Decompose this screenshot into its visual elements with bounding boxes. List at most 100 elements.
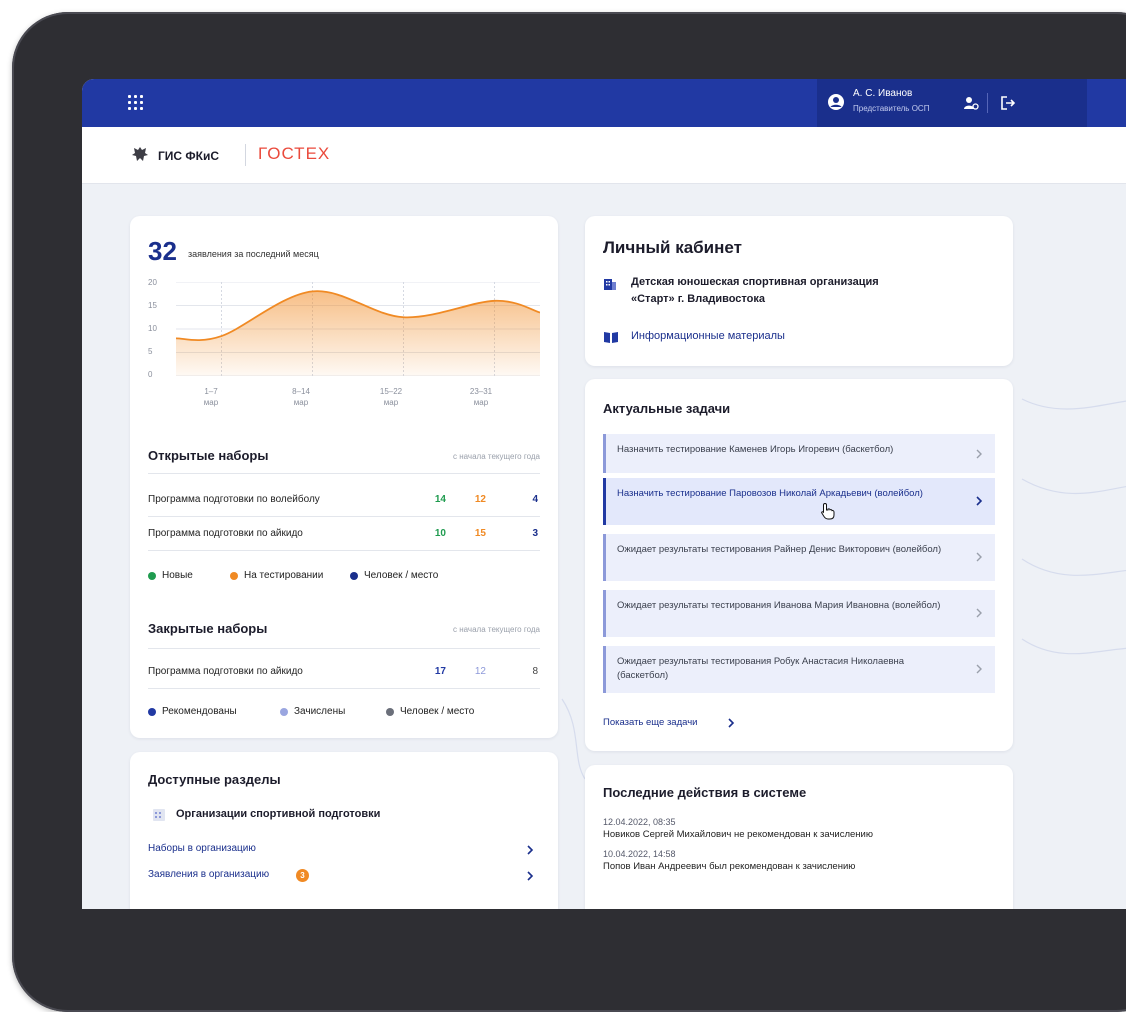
open-row-testing: 12 bbox=[474, 494, 486, 505]
organization-building-icon bbox=[153, 809, 165, 821]
user-role: Представитель ОСП bbox=[853, 104, 930, 113]
organization-icon bbox=[604, 279, 616, 290]
x-tick-range: 23–31 bbox=[469, 387, 493, 396]
legend-testing-label: На тестировании bbox=[244, 570, 324, 581]
hand-cursor-icon bbox=[821, 502, 835, 520]
tablet-frame: А. С. Иванов Представитель ОСП ГИС ФКиС bbox=[12, 12, 1126, 1012]
closed-recruitments-hint: с начала текущего года bbox=[453, 625, 540, 634]
task-item[interactable]: Назначить тестирование Каменев Игорь Иго… bbox=[603, 434, 995, 473]
open-recruitments-hint: с начала текущего года bbox=[453, 452, 540, 461]
applications-count: 32 bbox=[148, 236, 177, 266]
divider bbox=[148, 516, 540, 517]
chart-area-fill bbox=[176, 291, 540, 376]
x-tick-label: 23–31 мар bbox=[456, 386, 506, 408]
open-row-testing: 15 bbox=[474, 528, 486, 539]
divider bbox=[148, 473, 540, 474]
header-divider bbox=[245, 144, 246, 166]
state-emblem-icon bbox=[132, 147, 148, 161]
top-bar: А. С. Иванов Представитель ОСП bbox=[82, 79, 1126, 127]
legend-new-dot bbox=[148, 572, 156, 580]
task-text: Ожидает результаты тестирования Райнер Д… bbox=[617, 544, 942, 555]
x-tick-range: 8–14 bbox=[292, 387, 310, 396]
activity-date: 10.04.2022, 14:58 bbox=[603, 849, 676, 859]
x-tick-label: 8–14 мар bbox=[276, 386, 326, 408]
show-more-tasks-link[interactable]: Показать еще задачи bbox=[603, 717, 697, 728]
switch-role-icon[interactable] bbox=[963, 95, 979, 111]
task-text: Назначить тестирование Паровозов Николай… bbox=[617, 488, 923, 499]
applications-area-chart bbox=[176, 282, 540, 376]
y-tick-label: 0 bbox=[148, 370, 153, 379]
chevron-right-icon bbox=[976, 608, 982, 618]
available-sections-card: Доступные разделы Организации спортивной… bbox=[130, 752, 558, 909]
x-tick-label: 15–22 мар bbox=[366, 386, 416, 408]
x-tick-label: 1–7 мар bbox=[186, 386, 236, 408]
chevron-right-icon[interactable] bbox=[526, 844, 534, 856]
user-avatar-icon bbox=[828, 94, 844, 110]
legend-recommended-label: Рекомендованы bbox=[162, 706, 237, 717]
user-menu[interactable]: А. С. Иванов Представитель ОСП bbox=[817, 79, 1087, 127]
chevron-right-icon bbox=[976, 664, 982, 674]
open-row-per-place: 3 bbox=[532, 528, 538, 539]
chevron-right-icon bbox=[976, 449, 982, 459]
task-item[interactable]: Ожидает результаты тестирования Иванова … bbox=[603, 590, 995, 637]
y-tick-label: 10 bbox=[148, 324, 157, 333]
organization-name-line: Детская юношеская спортивная организация bbox=[631, 276, 879, 288]
legend-per-place-label: Человек / место bbox=[364, 570, 439, 581]
open-row-new: 14 bbox=[434, 494, 446, 505]
task-text: Ожидает результаты тестирования Иванова … bbox=[617, 600, 941, 611]
closed-row-per-place: 8 bbox=[532, 666, 538, 677]
legend-enrolled-dot bbox=[280, 708, 288, 716]
x-tick-range: 15–22 bbox=[379, 387, 403, 396]
recent-activity-card: Последние действия в системе 12.04.2022,… bbox=[585, 765, 1013, 909]
divider bbox=[148, 550, 540, 551]
open-row-new: 10 bbox=[434, 528, 446, 539]
x-tick-month: мар bbox=[293, 398, 309, 407]
chevron-right-icon bbox=[976, 552, 982, 562]
x-tick-month: мар bbox=[203, 398, 219, 407]
legend-per-place-dot bbox=[350, 572, 358, 580]
logout-icon[interactable] bbox=[999, 94, 1017, 112]
activity-text: Попов Иван Андреевич был рекомендован к … bbox=[603, 861, 856, 872]
task-item[interactable]: Ожидает результаты тестирования Робук Ан… bbox=[603, 646, 995, 693]
y-tick-label: 20 bbox=[148, 278, 157, 287]
closed-row-label: Программа подготовки по айкидо bbox=[148, 666, 303, 677]
applications-caption: заявления за последний месяц bbox=[188, 249, 319, 259]
task-item[interactable]: Назначить тестирование Паровозов Николай… bbox=[603, 478, 995, 525]
closed-row-recommended: 17 bbox=[434, 666, 446, 677]
available-sections-title: Доступные разделы bbox=[148, 772, 281, 787]
app-header: ГИС ФКиС ГОСТЕХ bbox=[82, 127, 1126, 184]
x-tick-month: мар bbox=[473, 398, 489, 407]
section-group-title: Организации спортивной подготовки bbox=[176, 808, 381, 820]
task-text: Ожидает результаты тестирования Робук Ан… bbox=[617, 656, 905, 681]
x-tick-range: 1–7 bbox=[204, 387, 218, 396]
app-screen: А. С. Иванов Представитель ОСП ГИС ФКиС bbox=[82, 79, 1126, 909]
recent-activity-title: Последние действия в системе bbox=[603, 785, 807, 800]
statistics-card: 32 заявления за последний месяц 20 15 10… bbox=[130, 216, 558, 738]
y-tick-label: 5 bbox=[148, 347, 153, 356]
task-item[interactable]: Ожидает результаты тестирования Райнер Д… bbox=[603, 534, 995, 581]
chevron-right-icon[interactable] bbox=[526, 870, 534, 882]
organization-name-line: «Старт» г. Владивостока bbox=[631, 293, 765, 305]
divider bbox=[148, 648, 540, 649]
personal-account-card: Личный кабинет Детская юношеская спортив… bbox=[585, 216, 1013, 366]
system-name: ГИС ФКиС bbox=[158, 149, 220, 163]
chevron-right-icon bbox=[976, 496, 983, 506]
recruitments-link[interactable]: Наборы в организацию bbox=[148, 843, 256, 854]
legend-new-label: Новые bbox=[162, 570, 193, 581]
current-tasks-title: Актуальные задачи bbox=[603, 401, 731, 416]
legend-closed-per-place-dot bbox=[386, 708, 394, 716]
organization-name: Детская юношеская спортивная организация… bbox=[631, 274, 961, 308]
open-row-label: Программа подготовки по айкидо bbox=[148, 528, 303, 539]
chevron-right-icon[interactable] bbox=[727, 717, 735, 729]
closed-row-enrolled: 12 bbox=[474, 666, 486, 677]
information-materials-link[interactable]: Информационные материалы bbox=[631, 330, 785, 342]
legend-enrolled-label: Зачислены bbox=[294, 706, 346, 717]
apps-grid-icon[interactable] bbox=[128, 95, 144, 111]
activity-date: 12.04.2022, 08:35 bbox=[603, 817, 676, 827]
divider bbox=[148, 688, 540, 689]
activity-text: Новиков Сергей Михайлович не рекомендова… bbox=[603, 829, 873, 840]
y-tick-label: 15 bbox=[148, 301, 157, 310]
x-tick-month: мар bbox=[383, 398, 399, 407]
user-name: А. С. Иванов bbox=[853, 88, 913, 99]
legend-recommended-dot bbox=[148, 708, 156, 716]
